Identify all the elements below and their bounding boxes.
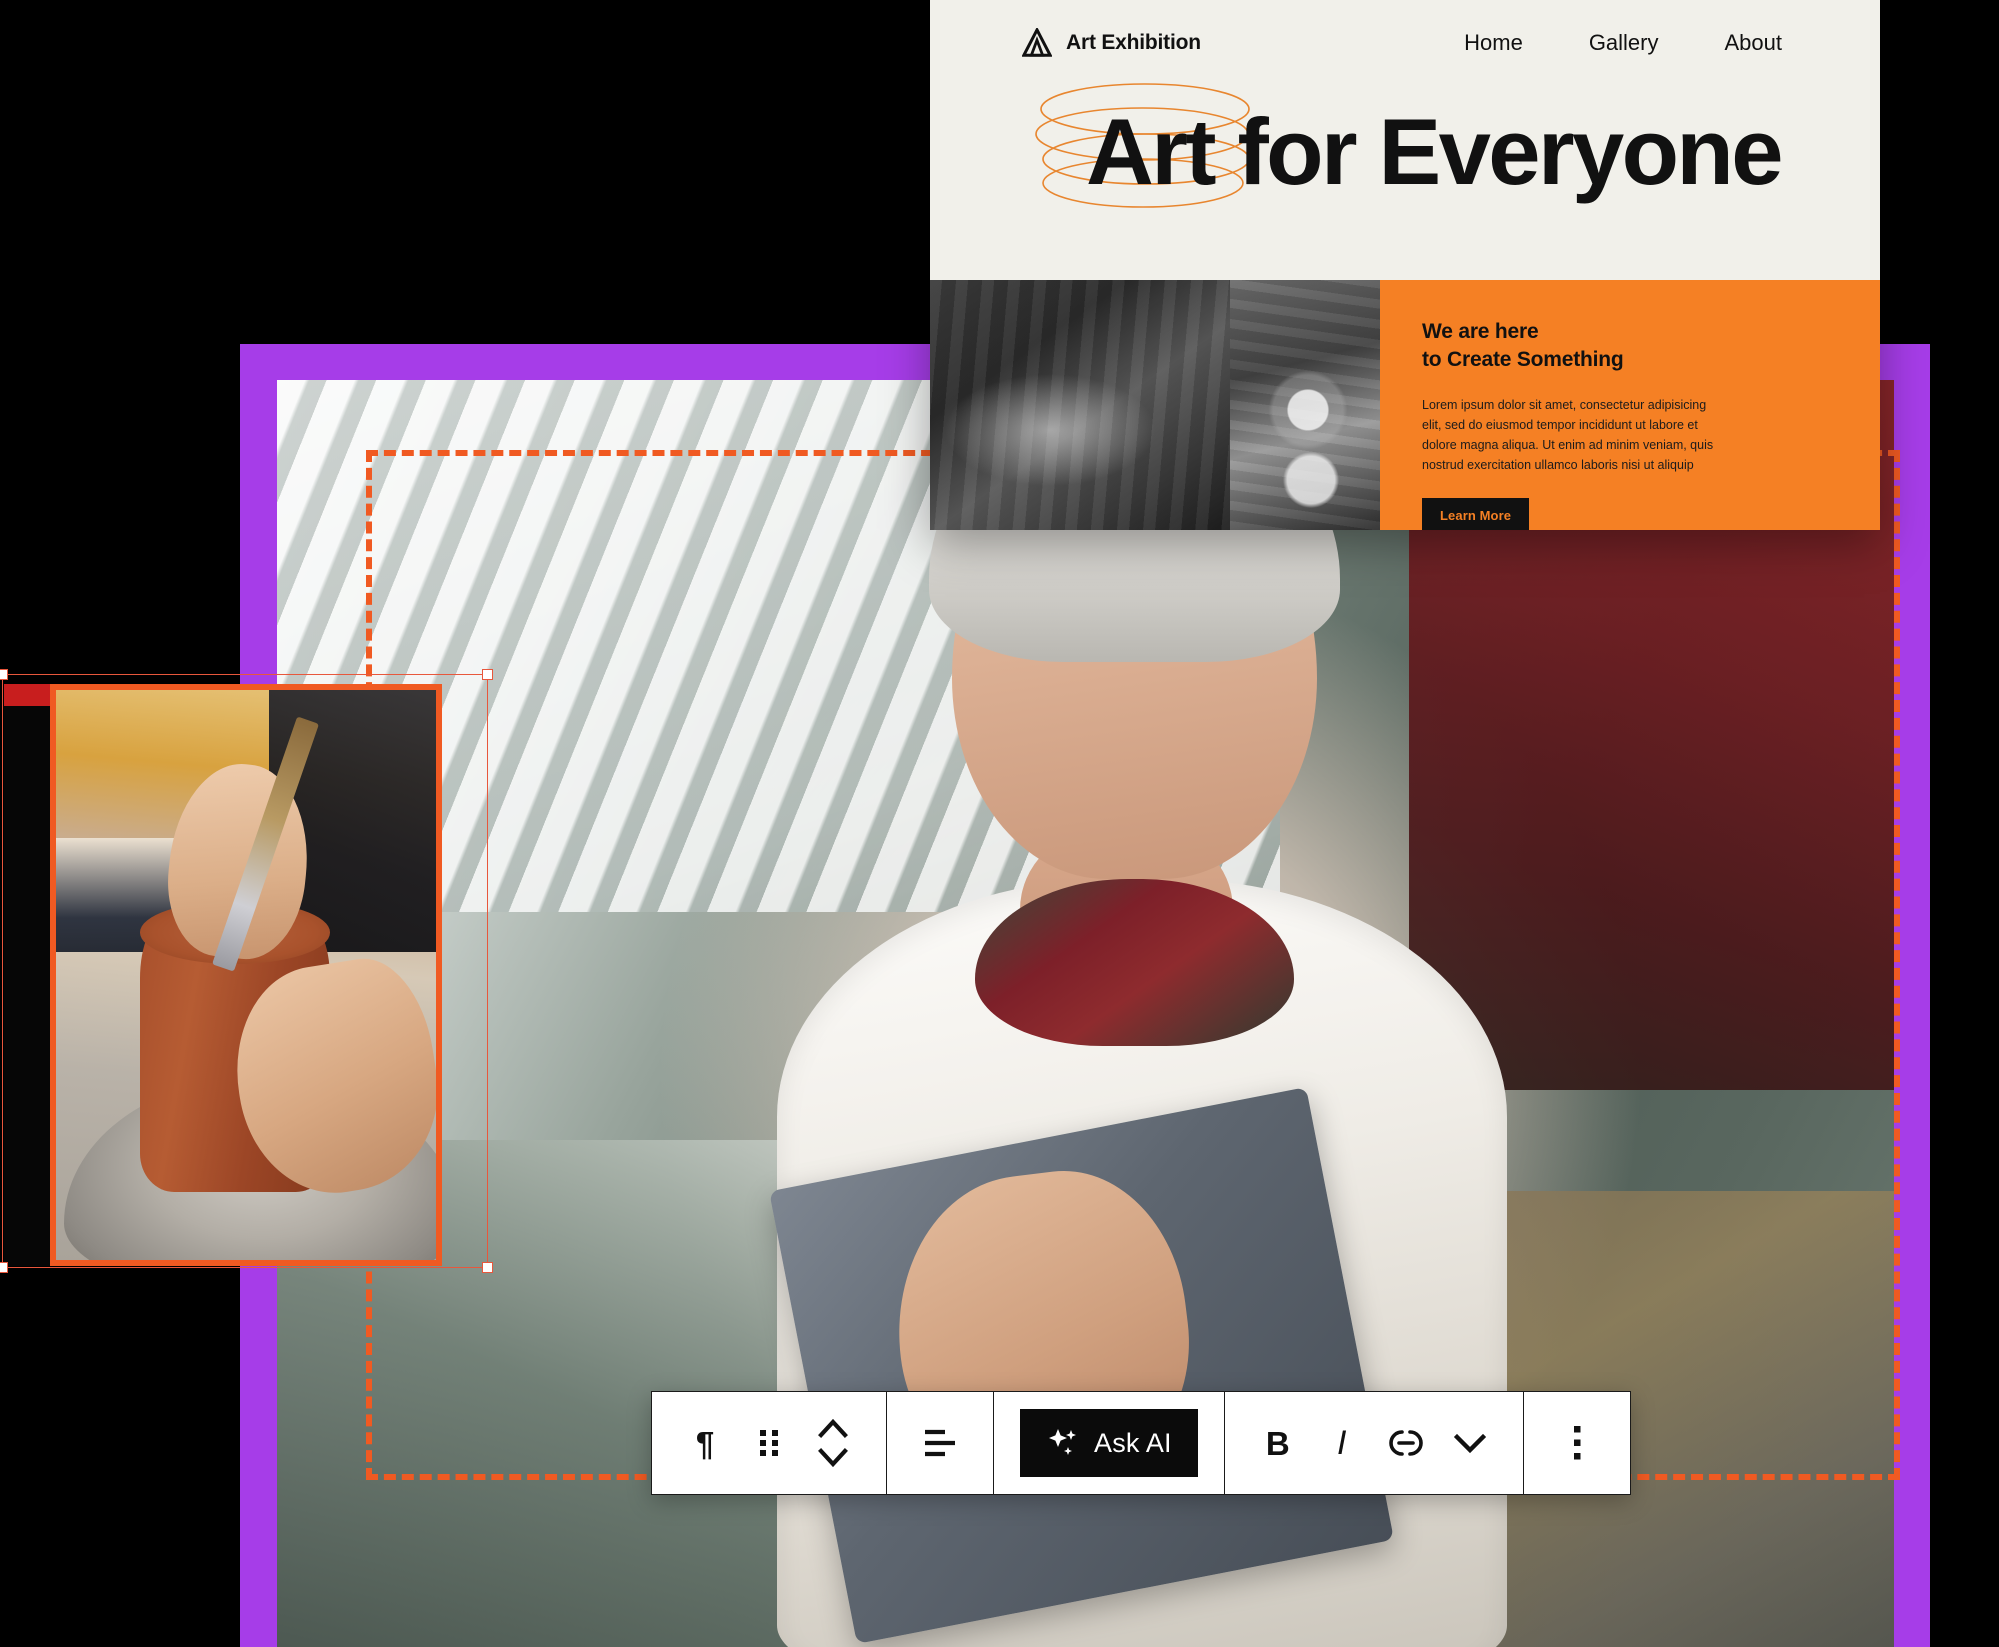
pottery-selection-box — [0, 669, 493, 1273]
nav-link-gallery[interactable]: Gallery — [1589, 30, 1659, 56]
link-icon — [1389, 1430, 1423, 1456]
mockup-navbar: Art Exhibition Home Gallery About — [930, 0, 1880, 95]
resize-handle-bottom-left[interactable] — [0, 1262, 8, 1273]
brand-logo[interactable]: Art Exhibition — [1022, 27, 1201, 58]
pottery-image-card[interactable] — [0, 669, 493, 1273]
paragraph-block-button[interactable]: ¶ — [678, 1410, 732, 1476]
nav-link-home[interactable]: Home — [1464, 30, 1523, 56]
editor-toolbar: ¶ Ask AI B I — [651, 1391, 1631, 1495]
resize-handle-top-left[interactable] — [0, 669, 8, 680]
more-format-button[interactable] — [1443, 1410, 1497, 1476]
sparkle-icon — [1049, 1429, 1076, 1455]
toolbar-group-text-format: B I — [1225, 1392, 1524, 1494]
mockup-photo-strip-2 — [1230, 280, 1380, 530]
bold-button[interactable]: B — [1251, 1410, 1305, 1476]
resize-handle-bottom-right[interactable] — [482, 1262, 493, 1273]
toolbar-group-block-controls: ¶ — [652, 1392, 887, 1494]
mockup-hero: Art for Everyone — [930, 83, 1880, 280]
align-left-icon — [925, 1429, 955, 1457]
mockup-nav-links: Home Gallery About — [1464, 30, 1782, 56]
screenshot-stage: Art Exhibition Home Gallery About Art fo… — [0, 0, 1999, 1647]
more-options-button[interactable] — [1550, 1410, 1604, 1476]
nav-link-about[interactable]: About — [1725, 30, 1783, 56]
move-updown-button[interactable] — [806, 1410, 860, 1476]
paragraph-icon: ¶ — [695, 1424, 715, 1462]
ask-ai-button[interactable]: Ask AI — [1020, 1409, 1198, 1477]
link-button[interactable] — [1379, 1410, 1433, 1476]
more-vertical-icon — [1573, 1426, 1581, 1460]
toolbar-group-ai: Ask AI — [994, 1392, 1225, 1494]
drag-handle-icon — [760, 1430, 778, 1456]
italic-button[interactable]: I — [1315, 1410, 1369, 1476]
move-updown-icon — [818, 1418, 848, 1468]
mockup-lower-section: We are here to Create Something Lorem ip… — [930, 280, 1880, 530]
page-title: Art for Everyone — [1086, 99, 1784, 204]
website-mockup-card: Art Exhibition Home Gallery About Art fo… — [930, 0, 1880, 530]
mockup-orange-panel: We are here to Create Something Lorem ip… — [1380, 280, 1880, 530]
panel-heading: We are here to Create Something — [1422, 320, 1624, 372]
toolbar-group-alignment — [887, 1392, 994, 1494]
learn-more-button[interactable]: Learn More — [1422, 497, 1530, 530]
panel-body-text: Lorem ipsum dolor sit amet, consectetur … — [1422, 397, 1714, 473]
brand-name: Art Exhibition — [1066, 30, 1201, 54]
italic-icon: I — [1337, 1424, 1347, 1462]
chevron-down-icon — [1453, 1433, 1486, 1454]
bold-icon: B — [1265, 1424, 1290, 1462]
resize-handle-top-right[interactable] — [482, 669, 493, 680]
ask-ai-label: Ask AI — [1094, 1427, 1172, 1458]
triangle-mountain-logo-icon — [1022, 27, 1052, 57]
drag-handle-button[interactable] — [742, 1410, 796, 1476]
mockup-photo-strip-1 — [930, 280, 1230, 530]
align-left-button[interactable] — [913, 1410, 967, 1476]
toolbar-group-overflow — [1524, 1392, 1630, 1494]
